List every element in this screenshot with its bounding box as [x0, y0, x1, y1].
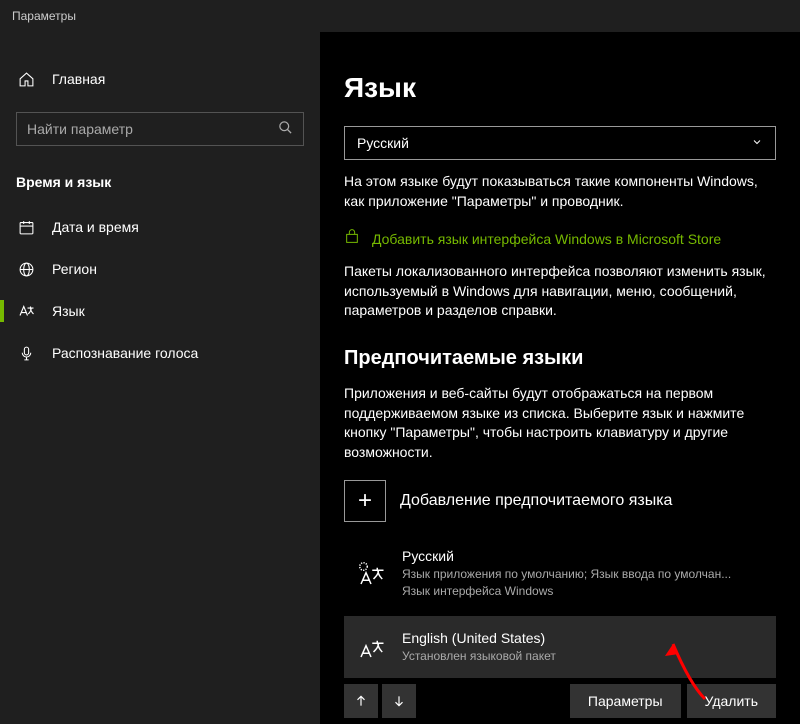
move-up-button[interactable]	[344, 684, 378, 718]
preferred-languages-title: Предпочитаемые языки	[344, 347, 776, 370]
search-icon	[278, 120, 293, 139]
store-icon	[344, 229, 362, 248]
home-icon	[16, 69, 36, 89]
store-link-label: Добавить язык интерфейса Windows в Micro…	[372, 231, 721, 247]
chevron-down-icon	[751, 136, 763, 151]
language-glyph-icon	[350, 626, 392, 668]
language-pack-description: Пакеты локализованного интерфейса позвол…	[344, 262, 776, 321]
globe-icon	[16, 259, 36, 279]
main-panel: Язык Русский На этом языке будут показыв…	[320, 32, 800, 724]
preferred-languages-description: Приложения и веб-сайты будут отображатьс…	[344, 384, 776, 462]
language-name: Русский	[402, 548, 770, 564]
options-button[interactable]: Параметры	[570, 684, 681, 718]
language-item-russian[interactable]: Русский Язык приложения по умолчанию; Яз…	[344, 538, 776, 610]
calendar-icon	[16, 217, 36, 237]
language-item-english[interactable]: English (United States) Установлен языко…	[344, 616, 776, 678]
display-language-description: На этом языке будут показываться такие к…	[344, 172, 776, 211]
sidebar-item-label: Регион	[52, 261, 97, 277]
sidebar-item-speech[interactable]: Распознавание голоса	[0, 332, 320, 374]
search-input[interactable]	[27, 121, 278, 137]
language-meta: Установлен языковой пакет	[402, 648, 770, 665]
add-language-label: Добавление предпочитаемого языка	[400, 492, 672, 510]
remove-button[interactable]: Удалить	[687, 684, 776, 718]
sidebar-item-datetime[interactable]: Дата и время	[0, 206, 320, 248]
display-language-select[interactable]: Русский	[344, 126, 776, 160]
window-titlebar: Параметры	[0, 0, 800, 32]
language-meta: Язык приложения по умолчанию; Язык ввода…	[402, 566, 770, 583]
window-title: Параметры	[12, 9, 76, 23]
page-title: Язык	[344, 72, 776, 104]
display-language-value: Русский	[357, 135, 409, 151]
add-language-button[interactable]: + Добавление предпочитаемого языка	[344, 480, 776, 522]
nav-home-label: Главная	[52, 71, 105, 87]
move-down-button[interactable]	[382, 684, 416, 718]
microphone-icon	[16, 343, 36, 363]
plus-icon: +	[344, 480, 386, 522]
sidebar-item-label: Дата и время	[52, 219, 139, 235]
store-link[interactable]: Добавить язык интерфейса Windows в Micro…	[344, 229, 776, 248]
nav-home[interactable]: Главная	[0, 58, 320, 100]
sidebar-item-label: Распознавание голоса	[52, 345, 198, 361]
sidebar-category: Время и язык	[0, 164, 320, 206]
search-box[interactable]	[16, 112, 304, 146]
language-glyph-icon	[350, 553, 392, 595]
language-meta: Язык интерфейса Windows	[402, 583, 770, 600]
language-icon	[16, 301, 36, 321]
sidebar: Главная Время и язык Дата и время Регион	[0, 32, 320, 724]
sidebar-item-region[interactable]: Регион	[0, 248, 320, 290]
sidebar-item-label: Язык	[52, 303, 85, 319]
language-name: English (United States)	[402, 630, 770, 646]
language-actions-row: Параметры Удалить	[344, 684, 776, 718]
sidebar-item-language[interactable]: Язык	[0, 290, 320, 332]
